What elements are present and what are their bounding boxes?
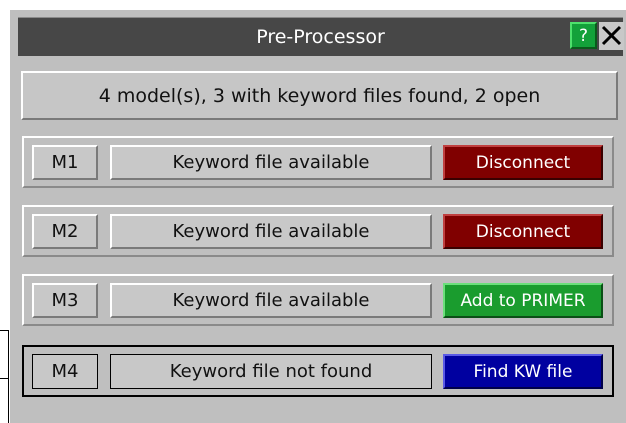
model-row-m4: M4 Keyword file not found Find KW file [22,345,614,397]
model-id: M4 [32,354,98,389]
keyword-status: Keyword file available [110,145,432,180]
add-to-primer-button[interactable]: Add to PRIMER [443,283,603,318]
model-row-m2: M2 Keyword file available Disconnect [22,205,614,257]
model-row-m3: M3 Keyword file available Add to PRIMER [22,274,614,326]
disconnect-button[interactable]: Disconnect [443,145,603,180]
keyword-status: Keyword file not found [110,354,432,389]
help-icon[interactable]: ? [570,22,597,49]
keyword-status: Keyword file available [110,283,432,318]
keyword-status: Keyword file available [110,214,432,249]
close-button[interactable] [599,22,624,50]
find-kw-file-button[interactable]: Find KW file [443,354,603,389]
model-id: M1 [32,145,98,180]
summary-status: 4 model(s), 3 with keyword files found, … [21,71,618,120]
model-id: M2 [32,214,98,249]
dialog-title: Pre-Processor [256,26,385,48]
close-icon [601,25,622,46]
title-bar[interactable]: Pre-Processor ? [18,17,624,56]
model-id: M3 [32,283,98,318]
disconnect-button[interactable]: Disconnect [443,214,603,249]
model-row-m1: M1 Keyword file available Disconnect [22,136,614,188]
pre-processor-dialog: Pre-Processor ? 4 model(s), 3 with keywo… [9,9,626,423]
